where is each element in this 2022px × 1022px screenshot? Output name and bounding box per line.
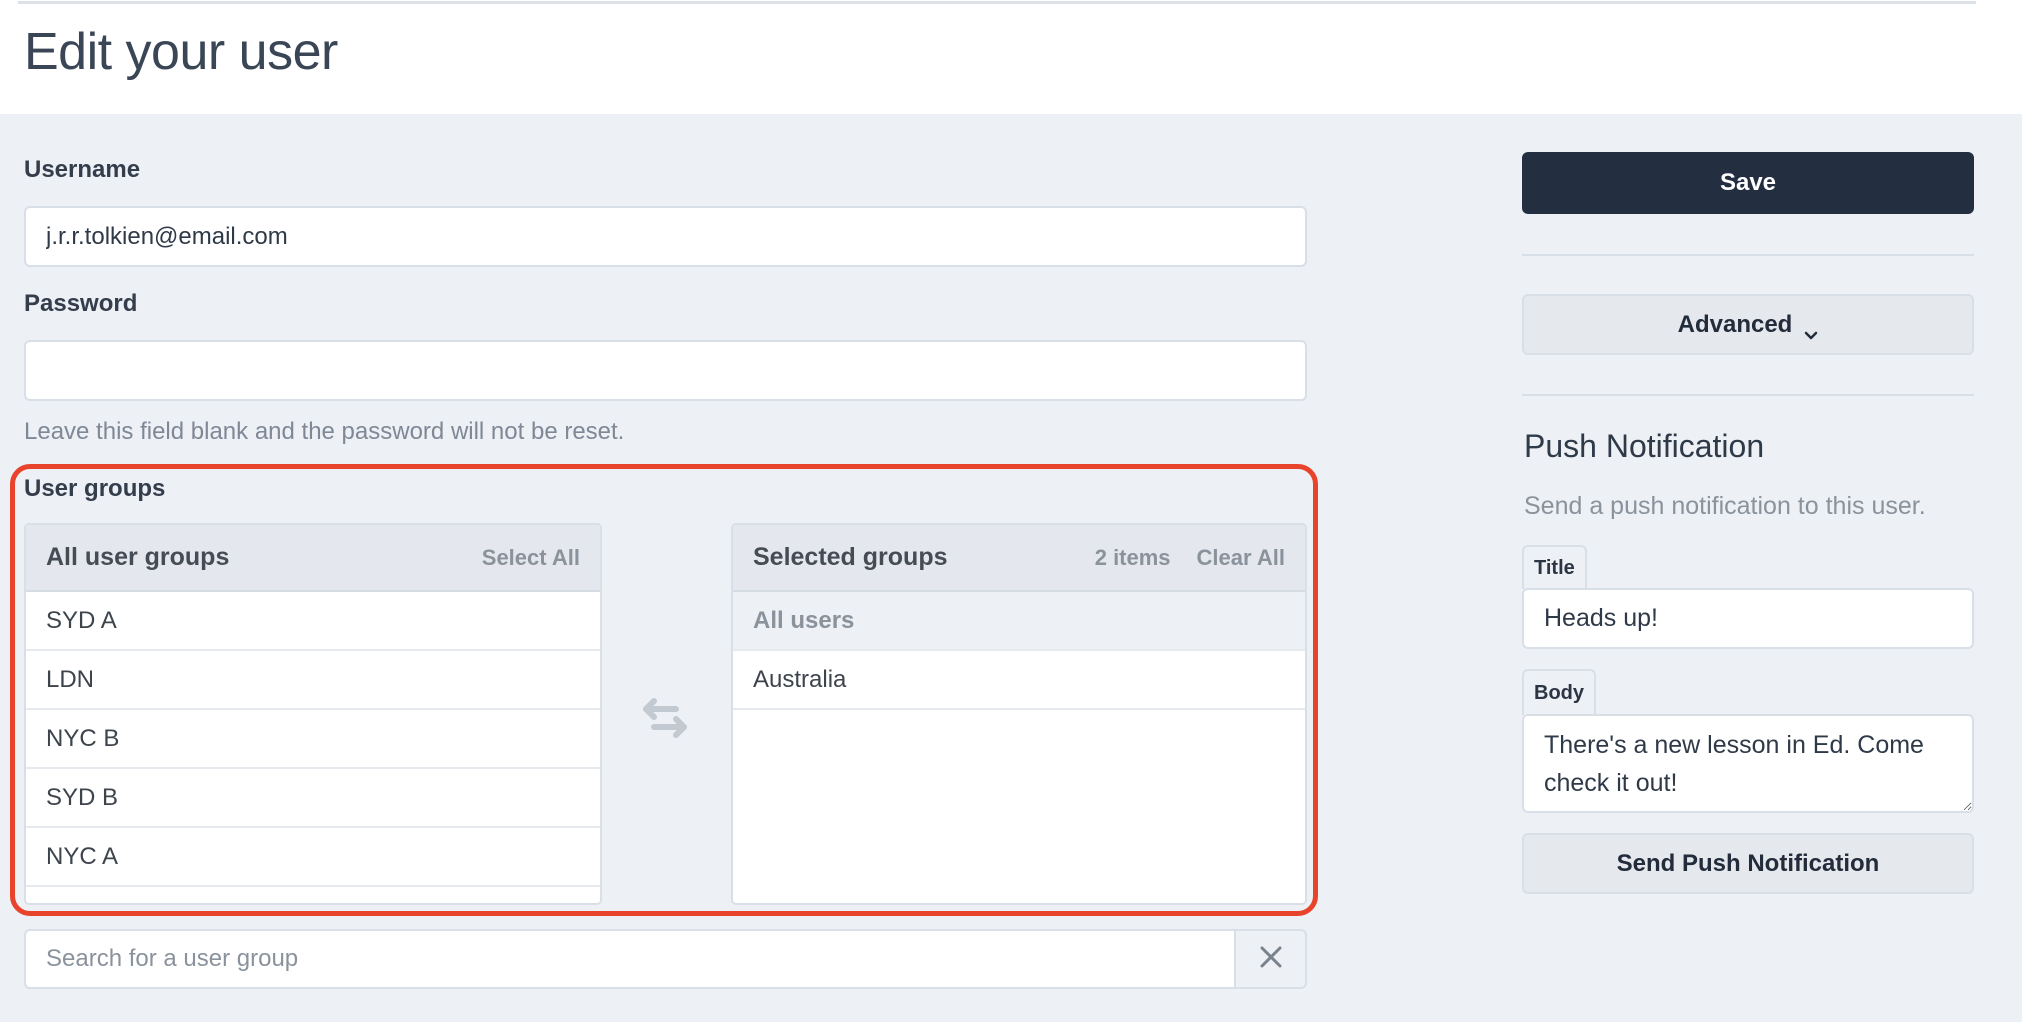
body-field-label: Body: [1522, 669, 1596, 715]
selected-groups-title: Selected groups: [753, 543, 948, 571]
username-input[interactable]: [24, 206, 1307, 267]
selected-groups-header: Selected groups 2 items Clear All: [733, 525, 1305, 592]
header-divider: [18, 1, 1976, 4]
save-button[interactable]: Save: [1522, 152, 1974, 214]
selected-groups-list: Selected groups 2 items Clear All All us…: [731, 523, 1307, 905]
advanced-button[interactable]: Advanced: [1522, 294, 1974, 355]
chevron-down-icon: [1804, 320, 1818, 339]
password-input[interactable]: [24, 340, 1307, 401]
available-groups-list: All user groups Select All SYD A LDN NYC…: [24, 523, 602, 905]
available-groups-title: All user groups: [46, 543, 230, 571]
password-hint: Leave this field blank and the password …: [24, 418, 625, 445]
send-push-notification-button[interactable]: Send Push Notification: [1522, 833, 1974, 894]
page-title: Edit your user: [24, 23, 338, 81]
available-groups-header: All user groups Select All: [26, 525, 600, 592]
push-notification-hint: Send a push notification to this user.: [1524, 492, 1926, 520]
list-item[interactable]: SYD B: [26, 769, 600, 828]
list-item[interactable]: LDN: [26, 651, 600, 710]
sidebar-divider: [1522, 254, 1974, 256]
list-item[interactable]: Australia: [733, 651, 1305, 710]
swap-arrows-icon: [640, 696, 690, 740]
sidebar-divider: [1522, 394, 1974, 396]
list-item[interactable]: NYC B: [26, 710, 600, 769]
password-label: Password: [24, 290, 138, 317]
push-title-input[interactable]: [1522, 588, 1974, 649]
select-all-button[interactable]: Select All: [482, 545, 580, 571]
group-search: [24, 929, 1307, 989]
list-item[interactable]: NYC A: [26, 828, 600, 887]
close-icon: [1259, 945, 1283, 974]
username-label: Username: [24, 156, 141, 183]
advanced-label: Advanced: [1677, 310, 1793, 338]
list-item[interactable]: SYD A: [26, 592, 600, 651]
title-field-label: Title: [1522, 545, 1587, 589]
clear-search-button[interactable]: [1234, 929, 1307, 989]
push-notification-title: Push Notification: [1524, 428, 1765, 464]
clear-all-button[interactable]: Clear All: [1197, 545, 1285, 571]
push-body-textarea[interactable]: There's a new lesson in Ed. Come check i…: [1522, 714, 1974, 813]
group-search-input[interactable]: [24, 929, 1235, 989]
list-item[interactable]: SYD C: [26, 887, 600, 903]
page-header: Edit your user: [0, 0, 2022, 114]
list-item-locked: All users: [733, 592, 1305, 651]
selected-count: 2 items: [1094, 544, 1171, 570]
user-groups-label: User groups: [24, 475, 166, 502]
